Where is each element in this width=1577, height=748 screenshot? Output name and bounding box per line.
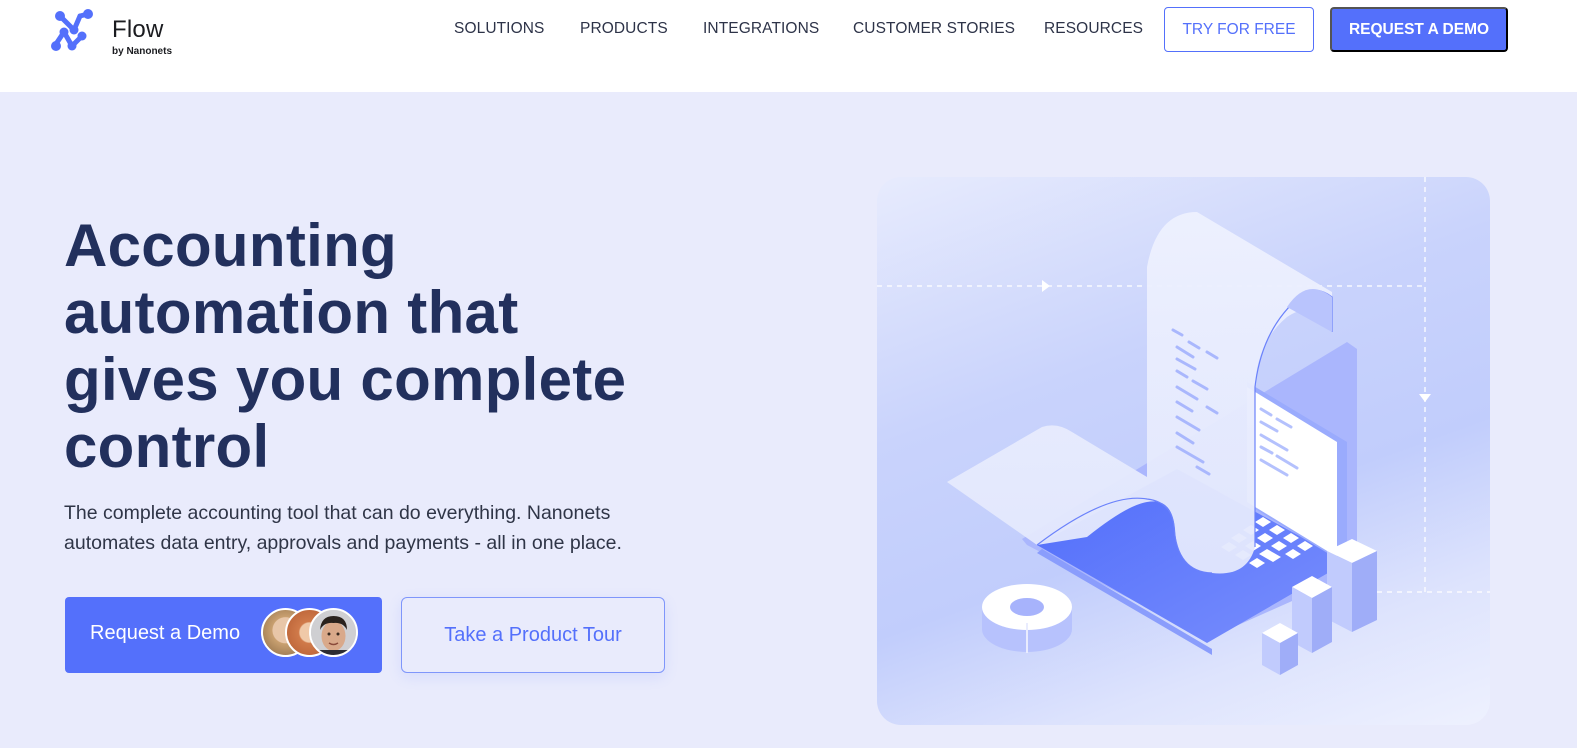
- product-tour-button[interactable]: Take a Product Tour: [401, 597, 665, 673]
- arrow-right-icon: [1042, 280, 1050, 292]
- hero-title-line: control: [64, 413, 270, 480]
- try-for-free-button[interactable]: TRY FOR FREE: [1164, 7, 1314, 52]
- hero-title-line: Accounting: [64, 212, 397, 279]
- laptop-receipt-illustration: [877, 177, 1490, 675]
- avatar-group: [261, 608, 361, 660]
- nanonets-n-logo-icon: [51, 9, 93, 51]
- man-face-icon: [311, 610, 356, 655]
- nav-item-customer-stories[interactable]: CUSTOMER STORIES: [853, 20, 1015, 38]
- request-demo-hero-button[interactable]: Request a Demo: [65, 597, 382, 673]
- request-demo-nav-button[interactable]: REQUEST A DEMO: [1330, 7, 1508, 52]
- brand-tagline: by Nanonets: [112, 46, 173, 57]
- request-demo-label: Request a Demo: [90, 622, 241, 644]
- nav-item-integrations[interactable]: INTEGRATIONS: [703, 20, 819, 38]
- man-dark-hair-avatar: [309, 608, 358, 657]
- hero-illustration: [877, 177, 1490, 725]
- hero-title: Accounting automation that gives you com…: [64, 212, 704, 480]
- nav-item-resources[interactable]: RESOURCES: [1044, 20, 1143, 38]
- hero-subtitle: The complete accounting tool that can do…: [64, 498, 704, 558]
- arrow-down-icon: [1419, 394, 1431, 402]
- hero-title-line: automation that: [64, 279, 519, 346]
- brand-name: Flow: [112, 16, 164, 43]
- nav-item-solutions[interactable]: SOLUTIONS: [454, 20, 544, 38]
- donut-chart-icon: [982, 584, 1072, 653]
- hero-subtitle-line: automates data entry, approvals and paym…: [64, 532, 622, 554]
- nav-item-products[interactable]: PRODUCTS: [580, 20, 668, 38]
- hero-title-line: gives you complete: [64, 346, 627, 413]
- hero-subtitle-line: The complete accounting tool that can do…: [64, 502, 611, 524]
- top-navbar: Flow by Nanonets SOLUTIONS PRODUCTS INTE…: [0, 0, 1577, 92]
- brand-logo[interactable]: Flow by Nanonets: [50, 8, 190, 57]
